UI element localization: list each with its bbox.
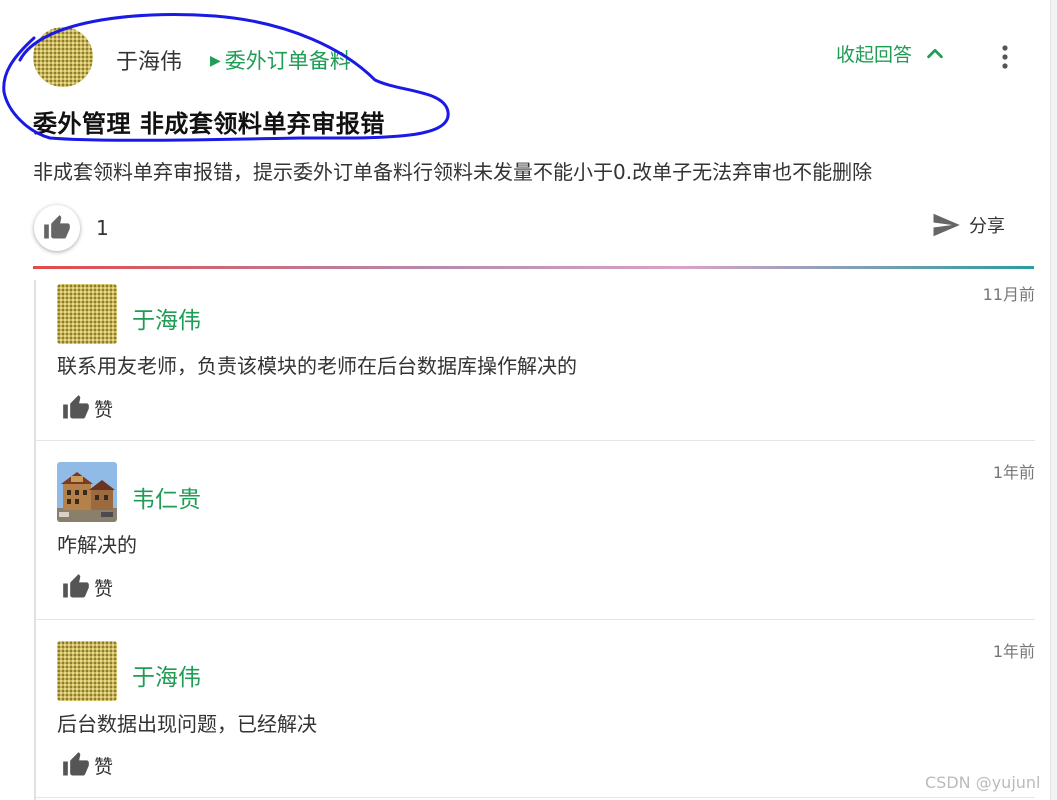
csdn-watermark: CSDN @yujunl [925,773,1041,792]
question-title: 委外管理 非成套领料单弃审报错 [33,110,385,138]
reply-author[interactable]: 韦仁贵 [132,480,201,514]
question-card: 于海伟 ▶ 委外订单备料 收起回答 委外管理 非成套领料单弃审报错 非成套领料单弃… [0,0,1051,800]
more-vert-icon [1002,45,1008,69]
thumb-up-icon [44,215,70,239]
reply-like-label: 赞 [94,577,114,600]
answers-divider [33,266,1034,269]
share-label: 分享 [969,216,1005,237]
collapse-label: 收起回答 [836,44,913,66]
thumb-up-icon [63,395,89,419]
chevron-up-icon [927,48,943,58]
reply-time: 1年前 [992,463,1035,482]
more-options-button[interactable] [993,42,1017,72]
author-avatar[interactable] [33,27,93,87]
thread-line [34,280,36,800]
like-button[interactable] [34,205,80,251]
triangle-right-icon: ▶ [210,53,221,69]
reply-text: 后台数据出现问题，已经解决 [57,712,317,736]
reply-text: 咋解决的 [57,533,137,557]
reply-author[interactable]: 于海伟 [132,658,201,692]
reply-avatar-photo[interactable] [57,462,117,522]
reply-separator [36,797,1035,798]
author-name[interactable]: 于海伟 [116,44,182,76]
reply-avatar[interactable] [57,284,117,344]
reply-like-label: 赞 [94,755,114,778]
question-body: 非成套领料单弃审报错，提示委外订单备料行领料未发量不能小于0.改单子无法弃审也不… [33,160,873,184]
reply-author[interactable]: 于海伟 [132,301,201,335]
topic-link[interactable]: ▶ 委外订单备料 [210,45,351,75]
thumb-up-icon [63,574,89,598]
share-button[interactable]: 分享 [929,210,1005,240]
building-photo-icon [57,462,117,522]
reply-text: 联系用友老师，负责该模块的老师在后台数据库操作解决的 [57,354,577,378]
reply-like-button[interactable]: 赞 [62,394,113,422]
collapse-answers-button[interactable]: 收起回答 [836,40,946,67]
like-count: 1 [96,216,109,240]
reply-time: 1年前 [992,642,1035,661]
thumb-up-icon [63,752,89,776]
reply-like-button[interactable]: 赞 [62,573,113,601]
reply-avatar[interactable] [57,641,117,701]
reply-separator [36,619,1035,620]
send-icon [933,213,960,237]
reply-separator [36,440,1035,441]
topic-label: 委外订单备料 [224,49,351,73]
reply-like-button[interactable]: 赞 [62,751,113,779]
reply-like-label: 赞 [94,398,114,421]
reply-time: 11月前 [982,285,1035,304]
